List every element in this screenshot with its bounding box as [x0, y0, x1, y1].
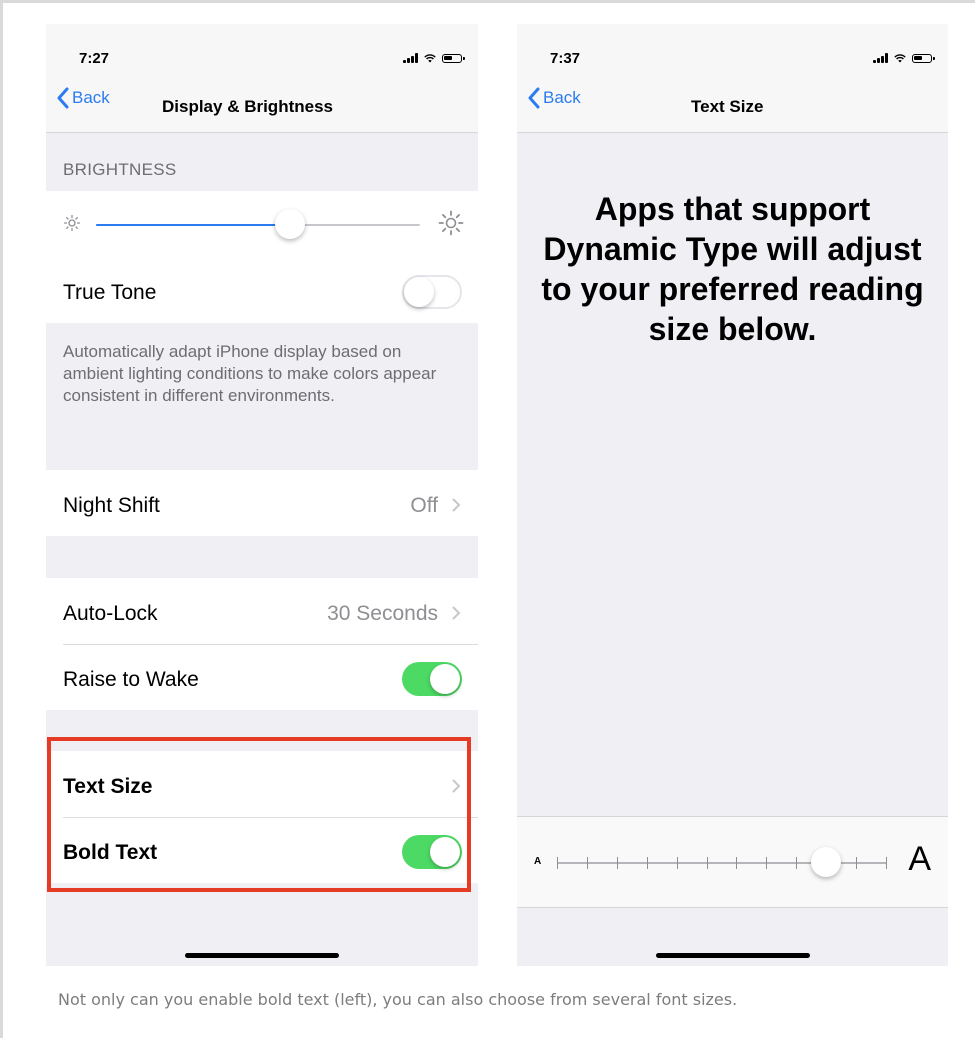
- frame-left-border: [0, 0, 3, 1038]
- toggle-knob: [430, 837, 460, 867]
- true-tone-toggle[interactable]: [402, 275, 462, 309]
- status-icons: [403, 53, 465, 63]
- text-size-row[interactable]: Text Size: [46, 751, 478, 817]
- status-icons: [873, 53, 935, 63]
- night-shift-group: Night Shift Off: [46, 470, 478, 536]
- text-size-step-tick: [796, 857, 798, 869]
- night-shift-label: Night Shift: [63, 494, 160, 517]
- text-size-step-tick: [676, 857, 678, 869]
- chevron-left-icon: [528, 87, 540, 109]
- chevron-left-icon: [57, 87, 69, 109]
- back-button[interactable]: Back: [56, 87, 110, 109]
- home-indicator: [655, 953, 810, 958]
- text-size-step-tick: [886, 857, 887, 869]
- wifi-icon: [424, 54, 436, 63]
- large-text-size-label: A: [908, 840, 931, 878]
- text-size-step-tick: [736, 857, 738, 869]
- home-indicator: [185, 953, 339, 958]
- brightness-slider-thumb[interactable]: [275, 209, 306, 239]
- text-size-slider-thumb[interactable]: [811, 847, 842, 877]
- text-size-slider[interactable]: [557, 847, 887, 877]
- battery-icon: [442, 54, 465, 63]
- night-shift-value: Off: [410, 494, 438, 517]
- brightness-slider-row: [46, 191, 478, 257]
- true-tone-row: True Tone: [46, 257, 478, 323]
- brightness-section-header: BRIGHTNESS: [46, 134, 478, 191]
- text-size-label: Text Size: [63, 775, 153, 798]
- night-shift-row[interactable]: Night Shift Off: [46, 470, 478, 536]
- raise-to-wake-toggle[interactable]: [402, 662, 462, 696]
- text-group: Text Size Bold Text: [46, 751, 478, 883]
- back-button[interactable]: Back: [527, 87, 581, 109]
- chevron-right-icon: [452, 779, 461, 793]
- chevron-right-icon: [452, 606, 461, 620]
- signal-icon: [403, 53, 418, 63]
- brightness-slider[interactable]: [96, 209, 420, 239]
- back-label: Back: [543, 88, 581, 107]
- toggle-knob: [430, 664, 460, 694]
- small-text-size-label: A: [534, 856, 542, 867]
- auto-lock-value: 30 Seconds: [327, 602, 438, 625]
- page-title: Text Size: [691, 97, 764, 116]
- status-time: 7:37: [550, 50, 581, 67]
- text-size-step-tick: [586, 857, 588, 869]
- wifi-icon: [894, 54, 906, 63]
- sun-large-icon: [438, 210, 464, 236]
- auto-lock-row[interactable]: Auto-Lock 30 Seconds: [46, 578, 478, 644]
- battery-icon: [912, 54, 935, 63]
- navigation-bar: Back Text Size: [517, 68, 948, 133]
- bold-text-row: Bold Text: [46, 817, 478, 883]
- true-tone-description: Automatically adapt iPhone display based…: [63, 342, 437, 405]
- page-title: Display & Brightness: [162, 97, 333, 116]
- raise-to-wake-row: Raise to Wake: [46, 644, 478, 710]
- text-size-step-tick: [856, 857, 858, 869]
- raise-to-wake-label: Raise to Wake: [63, 668, 199, 691]
- frame-top-border: [0, 0, 975, 3]
- status-time: 7:27: [79, 50, 110, 67]
- left-phone-screenshot: 7:27 Back Display & Brightness BRIGHTNES…: [46, 24, 478, 966]
- text-size-step-tick: [616, 857, 618, 869]
- brightness-slider-fill: [96, 224, 291, 226]
- right-phone-screenshot: 7:37 Back Text Size Apps that support Dy…: [517, 24, 948, 966]
- signal-icon: [873, 53, 888, 63]
- figure-caption: Not only can you enable bold text (left)…: [58, 990, 738, 1009]
- navigation-bar: Back Display & Brightness: [46, 68, 478, 133]
- section-header-label: BRIGHTNESS: [63, 160, 177, 179]
- text-size-step-tick: [557, 857, 558, 869]
- brightness-group: True Tone: [46, 191, 478, 323]
- back-label: Back: [72, 88, 110, 107]
- auto-lock-label: Auto-Lock: [63, 602, 158, 625]
- true-tone-label: True Tone: [63, 281, 157, 304]
- dynamic-type-preview-text: Apps that support Dynamic Type will adju…: [541, 191, 924, 347]
- chevron-right-icon: [452, 498, 461, 512]
- toggle-knob: [404, 277, 434, 307]
- bold-text-label: Bold Text: [63, 841, 158, 864]
- text-size-slider-panel: A A: [517, 816, 948, 908]
- bold-text-toggle[interactable]: [402, 835, 462, 869]
- lock-group: Auto-Lock 30 Seconds Raise to Wake: [46, 578, 478, 710]
- text-size-step-tick: [706, 857, 708, 869]
- text-size-step-tick: [646, 857, 648, 869]
- sun-small-icon: [63, 214, 81, 232]
- status-bar: 7:37: [517, 24, 948, 68]
- text-size-step-tick: [766, 857, 768, 869]
- status-bar: 7:27: [46, 24, 478, 68]
